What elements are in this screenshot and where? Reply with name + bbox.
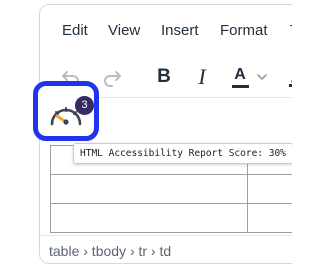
highlighter-icon [289,80,292,87]
menu-format[interactable]: Format [220,22,268,39]
chevron-down-icon [257,74,267,80]
element-path[interactable]: table › tbody › tr › td [49,243,171,259]
bold-button[interactable]: B [150,63,178,91]
accessibility-checker-button[interactable]: 3 [33,81,99,141]
statusbar: table › tbody › tr › td [40,235,292,263]
redo-icon [104,71,121,87]
redo-button[interactable] [98,63,126,91]
text-color-swatch [231,84,249,88]
table-row-border [50,203,292,204]
accessibility-score-tooltip: HTML Accessibility Report Score: 30% [73,143,292,164]
menu-edit[interactable]: Edit [62,22,88,39]
text-color-dropdown[interactable] [254,63,270,91]
menubar: Edit View Insert Format T [40,5,292,55]
menu-view[interactable]: View [108,22,140,39]
menu-tools[interactable]: T [290,22,292,39]
table-column-border [50,145,51,233]
screenshot-stage: Edit View Insert Format T B [0,0,292,270]
text-color-button[interactable]: A [226,63,254,91]
highlight-color-button[interactable] [280,63,292,91]
menu-insert[interactable]: Insert [161,22,199,39]
table-row-border [50,174,292,175]
table-row-border [50,232,292,233]
bold-label: B [157,66,171,87]
text-color-label: A [234,65,246,83]
italic-label: I [198,64,206,89]
italic-button[interactable]: I [188,63,216,91]
issue-count-badge: 3 [75,96,94,115]
